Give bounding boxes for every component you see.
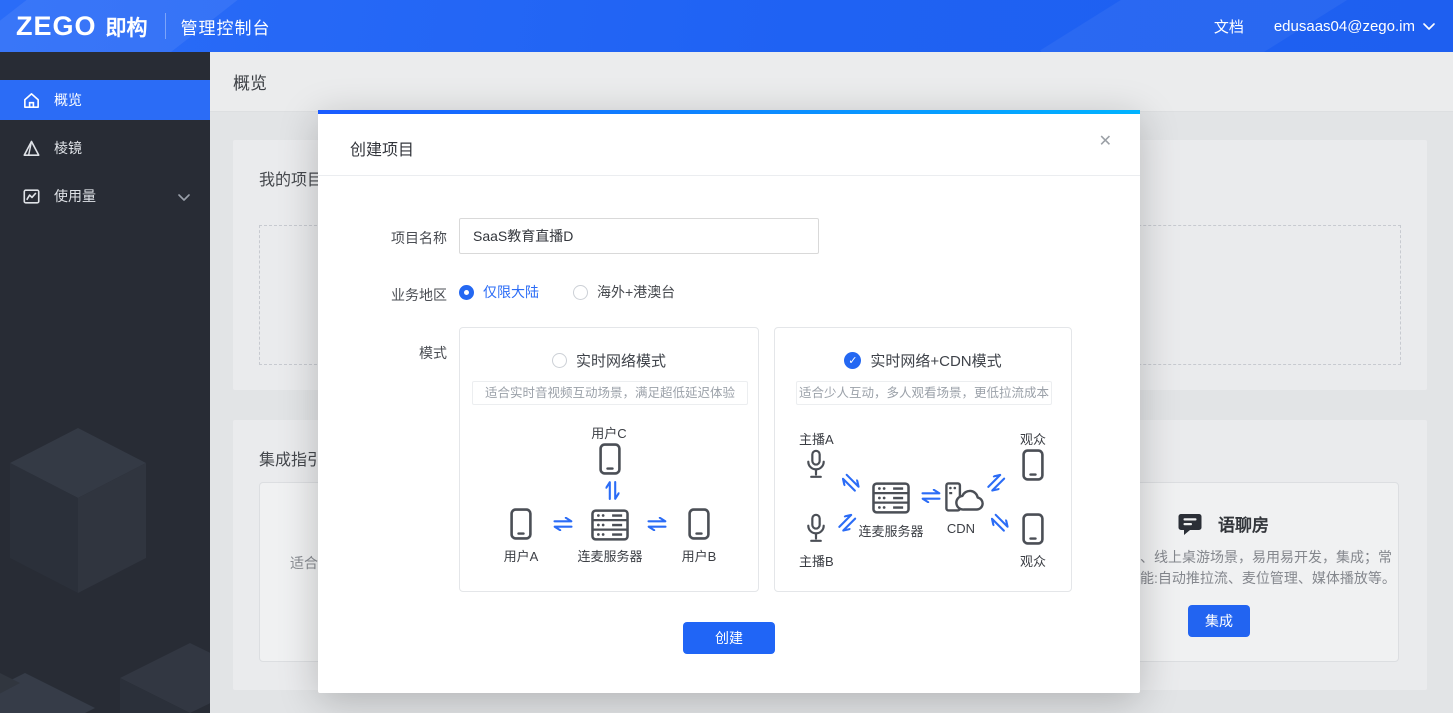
my-projects-title: 我的项目 [259,172,324,189]
double-arrow-icon [835,471,863,499]
microphone-icon [805,449,827,484]
mode-rtc-description: 适合实时音视频互动场景，满足超低延迟体验 [472,381,748,405]
mode-card-cdn[interactable]: ✓ 实时网络+CDN模式 适合少人互动，多人观看场景，更低拉流成本 主播A 主播… [774,327,1072,592]
sidebar-cube-decoration [0,428,210,713]
phone-icon [1022,449,1044,486]
cdn-icon [945,481,985,518]
diagram-label-viewer-top: 观众 [1019,432,1046,447]
diagram-label-user-a: 用户A [503,549,539,564]
double-arrow-icon [601,481,620,501]
mode-cdn-title: 实时网络+CDN模式 [870,353,1002,370]
diagram-label-cdn: CDN [946,521,976,536]
phone-icon [510,508,532,545]
diagram-label-host-b: 主播B [799,554,834,569]
double-arrow-icon [921,489,941,508]
integration-guide-title: 集成指引 [259,452,324,469]
create-button[interactable]: 创建 [683,622,775,654]
voice-room-description: 、线上桌游场景，易用易开发，集成；常 能:自动推拉流、麦位管理、媒体播放等。 [1140,549,1396,586]
sidebar: 概览 棱镜 使用量 [0,52,210,713]
chevron-down-icon [178,188,190,204]
mode-label: 模式 [419,345,447,361]
radio-mainland[interactable] [459,284,474,300]
radio-mode-cdn-checked[interactable]: ✓ [844,352,862,369]
diagram-label-user-c: 用户C [591,426,627,441]
radio-overseas[interactable] [573,284,588,300]
phone-icon [1022,513,1044,550]
close-icon[interactable]: ✕ [1099,134,1112,150]
sidebar-item-label: 使用量 [54,188,96,204]
topbar: ZEGO 即构 管理控制台 文档 edusaas04@zego.im [0,0,1453,52]
create-project-modal: 创建项目 ✕ 项目名称 业务地区 仅限大陆 海外+港澳台 模式 实时网络模式 适… [318,110,1140,693]
sidebar-item-prism[interactable]: 棱镜 [0,128,210,168]
console-title: 管理控制台 [180,18,271,38]
microphone-icon [805,513,827,548]
logo-text-en: ZEGO [16,10,97,41]
radio-mode-rtc[interactable] [551,353,567,368]
modal-title: 创建项目 [350,142,415,159]
phone-icon [688,508,710,545]
account-email: edusaas04@zego.im [1273,17,1415,35]
chevron-down-icon [1423,23,1435,30]
server-icon [591,509,629,546]
project-name-label: 项目名称 [391,230,447,246]
logo-text-cn: 即构 [105,16,148,40]
mode-rtc-title: 实时网络模式 [575,353,666,370]
double-arrow-icon [553,517,573,536]
zego-logo[interactable]: ZEGO 即构 [16,11,148,42]
modal-header: 创建项目 ✕ [318,114,1140,176]
region-label: 业务地区 [391,287,447,303]
diagram-label-user-b: 用户B [681,549,717,564]
project-name-input[interactable] [459,218,819,254]
prism-icon [22,139,41,158]
guide-desc-fragment: 适合 [290,555,318,571]
radio-mainland-label[interactable]: 仅限大陆 [483,282,539,302]
mode-cdn-description: 适合少人互动，多人观看场景，更低拉流成本 [796,381,1052,405]
sidebar-item-usage[interactable]: 使用量 [0,176,210,216]
server-icon [872,482,910,519]
diagram-label-viewer-bottom: 观众 [1019,554,1046,569]
diagram-label-server: 连麦服务器 [577,549,643,564]
topbar-divider [164,13,166,39]
sidebar-item-overview[interactable]: 概览 [0,80,210,120]
sidebar-item-label: 概览 [54,92,82,108]
mode-card-rtc[interactable]: 实时网络模式 适合实时音视频互动场景，满足超低延迟体验 用户C 用户A 连麦服务… [459,327,759,592]
page-header: 概览 [210,52,1453,112]
account-dropdown[interactable]: edusaas04@zego.im [1274,18,1435,35]
sidebar-item-label: 棱镜 [54,140,82,156]
docs-link[interactable]: 文档 [1214,16,1244,37]
home-icon [22,91,41,110]
integrate-button[interactable]: 集成 [1188,605,1250,637]
voice-room-title: 语聊房 [1218,516,1269,535]
double-arrow-icon [647,517,667,536]
double-arrow-icon [984,471,1012,499]
radio-overseas-label[interactable]: 海外+港澳台 [597,282,675,302]
phone-icon [599,443,621,480]
diagram-label-server: 连麦服务器 [858,524,924,539]
chat-bubble-icon [1178,512,1202,536]
usage-chart-icon [22,187,41,206]
diagram-label-host-a: 主播A [799,432,834,447]
page-title: 概览 [233,74,267,93]
